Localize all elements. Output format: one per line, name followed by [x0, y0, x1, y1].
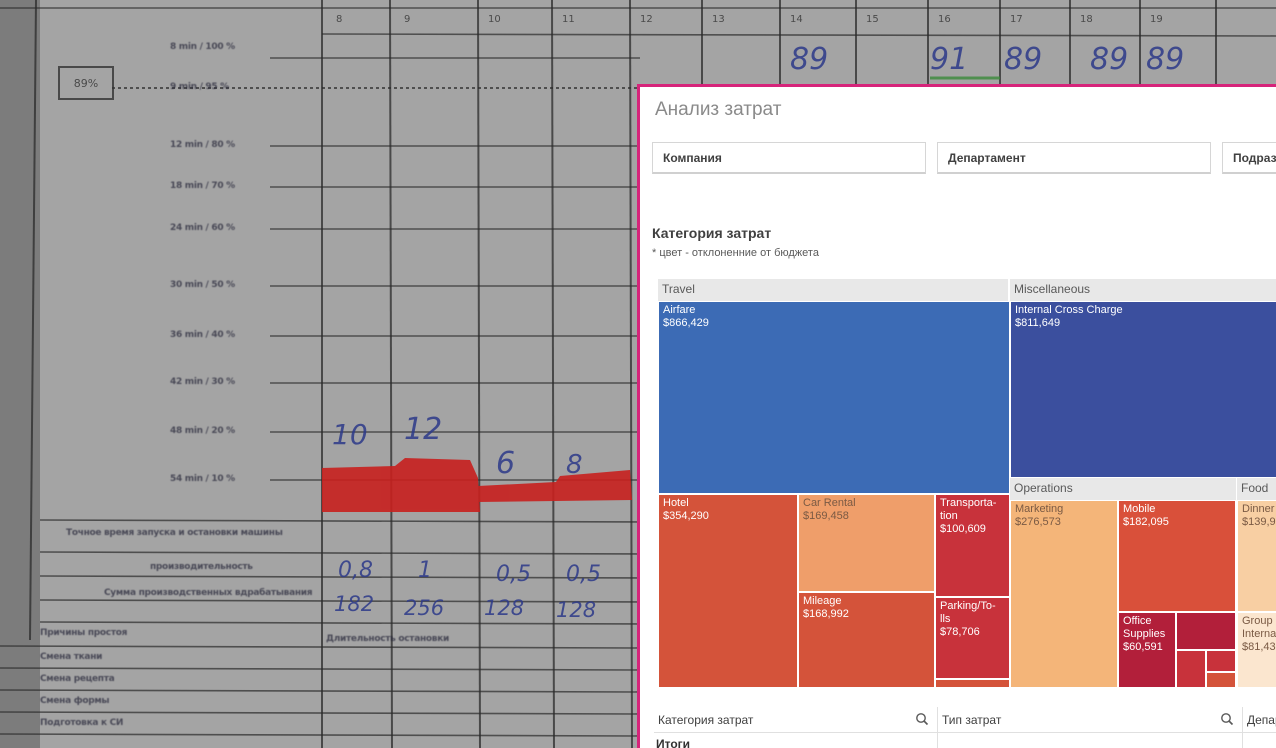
row-label: Причины простоя [40, 628, 128, 638]
handwritten-value: 0,8 [338, 558, 373, 583]
treemap-cell-mobile[interactable]: Mobile $182,095 [1118, 500, 1236, 612]
treemap-cell-internal-cross-charge[interactable]: Internal Cross Charge $811,649 [1010, 301, 1276, 478]
filter-company[interactable]: Компания [652, 142, 926, 174]
handwritten-value: 6 [496, 446, 516, 481]
column-number: 16 [938, 14, 951, 25]
column-number: 9 [404, 14, 411, 25]
treemap-cell-small[interactable] [935, 679, 1010, 688]
treemap-cell-small[interactable] [1176, 612, 1236, 650]
treemap-cell-hotel[interactable]: Hotel $354,290 [658, 494, 798, 688]
handwritten-value: 1 [418, 558, 432, 583]
column-number: 18 [1080, 14, 1093, 25]
handwritten-value: 8 [566, 450, 583, 480]
handwritten-value: 12 [404, 412, 443, 447]
group-header-miscellaneous: Miscellaneous [1010, 279, 1276, 301]
row-label: 42 min / 30 % [170, 377, 235, 387]
row-label: 48 min / 20 % [170, 426, 235, 436]
row-label: производительность [150, 562, 253, 572]
column-header-type[interactable]: Тип затрат [938, 707, 1242, 733]
group-header-operations: Operations [1010, 478, 1236, 500]
row-label: 12 min / 80 % [170, 140, 235, 150]
treemap-cell-small[interactable] [1176, 650, 1206, 688]
treemap-cell-small[interactable] [1206, 672, 1236, 688]
column-header-category[interactable]: Категория затрат [654, 707, 937, 733]
column-number: 19 [1150, 14, 1163, 25]
column-header-department[interactable]: Департамент [1243, 707, 1276, 733]
row-label: Смена рецепта [40, 674, 115, 684]
group-header-travel: Travel [658, 279, 1008, 301]
footer-text: Длительность остановки [326, 634, 450, 644]
search-icon[interactable] [1220, 712, 1234, 726]
handwritten-value: 89 [1090, 42, 1129, 77]
column-number: 12 [640, 14, 653, 25]
column-number: 13 [712, 14, 725, 25]
treemap-cell-office-supplies[interactable]: Office Supplies $60,591 [1118, 612, 1176, 688]
treemap-cell-mileage[interactable]: Mileage $168,992 [798, 592, 935, 688]
row-label: Подготовка к СИ [40, 718, 124, 728]
cost-analysis-dashboard: Анализ затрат Компания Департамент Подра… [637, 84, 1276, 748]
row-label: Смена ткани [40, 652, 103, 662]
treemap-cell-parking[interactable]: Parking/To-lls $78,706 [935, 597, 1010, 679]
column-number: 11 [562, 14, 575, 25]
column-header-label: Категория затрат [658, 713, 754, 727]
column-number: 17 [1010, 14, 1023, 25]
treemap-cell-small[interactable] [1206, 650, 1236, 672]
treemap-cell-dinner[interactable]: Dinner $139,9 [1237, 500, 1276, 612]
handwritten-value: 256 [404, 596, 445, 620]
handwritten-value: 0,5 [496, 562, 531, 587]
row-label: 36 min / 40 % [170, 330, 235, 340]
row-label: 24 min / 60 % [170, 223, 235, 233]
handwritten-value: 89 [790, 42, 829, 77]
treemap-cell-group-international[interactable]: Group I Interna $81,43 [1237, 612, 1276, 688]
percent-box: 89% [58, 66, 114, 100]
search-icon[interactable] [915, 712, 929, 726]
column-header-label: Тип затрат [942, 713, 1002, 727]
row-label: Смена формы [40, 696, 110, 706]
treemap-cell-marketing[interactable]: Marketing $276,573 [1010, 500, 1118, 688]
column-number: 14 [790, 14, 803, 25]
handwritten-value: 89 [1146, 42, 1185, 77]
handwritten-value: 0,5 [566, 562, 601, 587]
row-label: 9 min / 95 % [170, 82, 229, 92]
treemap-title: Категория затрат [652, 225, 772, 241]
handwritten-value: 128 [556, 598, 597, 622]
handwritten-value: 128 [484, 596, 525, 620]
group-header-food: Food [1237, 478, 1276, 500]
handwritten-value: 10 [332, 418, 368, 451]
row-label: 18 min / 70 % [170, 181, 235, 191]
treemap-cell-car-rental[interactable]: Car Rental $169,458 [798, 494, 935, 592]
row-label: Точное время запуска и остановки машины [66, 528, 283, 538]
row-label: Сумма производственных вдрабатывания [104, 588, 313, 598]
treemap-subtitle: * цвет - отклоненние от бюджета [652, 247, 819, 259]
row-label: 54 min / 10 % [170, 474, 235, 484]
column-number: 8 [336, 14, 343, 25]
page-title: Анализ затрат [655, 99, 782, 120]
column-number: 15 [866, 14, 879, 25]
treemap-cell-transportation[interactable]: Transporta-tion $100,609 [935, 494, 1010, 597]
handwritten-value: 89 [1004, 42, 1043, 77]
filter-department[interactable]: Департамент [937, 142, 1211, 174]
treemap-cell-airfare[interactable]: Airfare $866,429 [658, 301, 1010, 494]
row-label: 30 min / 50 % [170, 280, 235, 290]
handwritten-value: 91 [930, 42, 969, 77]
handwritten-value: 182 [334, 592, 375, 616]
filter-subdivision[interactable]: Подразделение [1222, 142, 1276, 174]
row-label: 8 min / 100 % [170, 42, 235, 52]
column-number: 10 [488, 14, 501, 25]
totals-label: Итоги [656, 737, 691, 748]
